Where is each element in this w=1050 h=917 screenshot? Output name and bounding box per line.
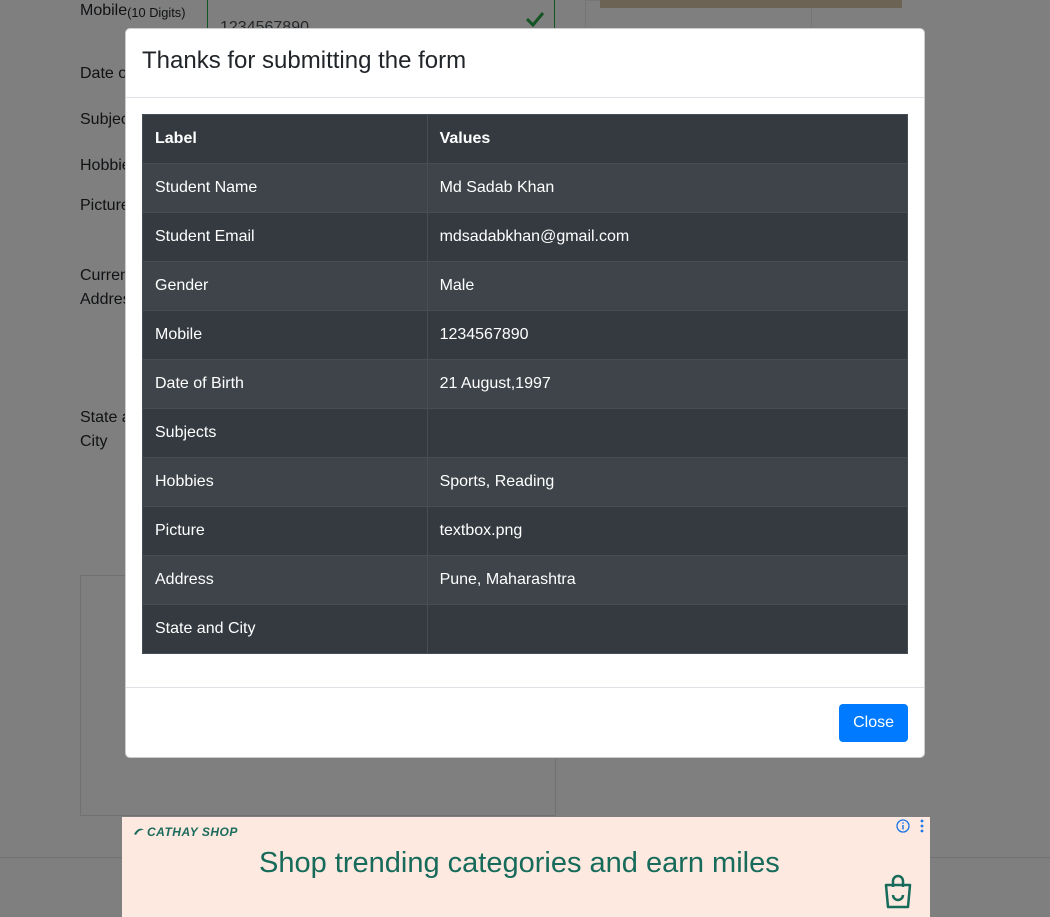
close-button[interactable]: Close <box>839 704 908 742</box>
shopping-bag-icon <box>884 874 912 909</box>
row-value <box>426 408 909 458</box>
ad-banner[interactable]: CATHAY SHOP Shop trending categories and… <box>122 817 930 917</box>
table-row: Date of Birth 21 August,1997 <box>142 359 909 409</box>
table-header-row: Label Values <box>142 114 909 164</box>
row-value: textbox.png <box>426 506 909 556</box>
row-value: mdsadabkhan@gmail.com <box>426 212 909 262</box>
ad-brand: CATHAY SHOP <box>134 825 238 839</box>
row-label: Student Email <box>142 212 428 262</box>
table-row: Gender Male <box>142 261 909 311</box>
row-label: State and City <box>142 604 428 654</box>
row-label: Address <box>142 555 428 605</box>
table-row: State and City <box>142 604 909 654</box>
row-value: Sports, Reading <box>426 457 909 507</box>
table-row: Hobbies Sports, Reading <box>142 457 909 507</box>
row-value: 21 August,1997 <box>426 359 909 409</box>
cathay-logo-icon <box>134 828 144 835</box>
modal-body: Label Values Student Name Md Sadab Khan S… <box>142 114 909 654</box>
row-label: Gender <box>142 261 428 311</box>
row-value: 1234567890 <box>426 310 909 360</box>
header-label: Label <box>142 114 428 164</box>
row-value: Pune, Maharashtra <box>426 555 909 605</box>
submission-modal: Thanks for submitting the form Label Val… <box>125 28 925 758</box>
row-label: Picture <box>142 506 428 556</box>
more-options-icon[interactable] <box>920 819 924 833</box>
header-values: Values <box>426 114 909 164</box>
table-row: Address Pune, Maharashtra <box>142 555 909 605</box>
row-label: Hobbies <box>142 457 428 507</box>
table-row: Student Name Md Sadab Khan <box>142 163 909 213</box>
table-row: Student Email mdsadabkhan@gmail.com <box>142 212 909 262</box>
info-icon[interactable] <box>896 819 910 833</box>
row-value <box>426 604 909 654</box>
modal-title: Thanks for submitting the form <box>142 47 467 74</box>
ad-headline: Shop trending categories and earn miles <box>259 847 780 879</box>
row-label: Subjects <box>142 408 428 458</box>
modal-header: Thanks for submitting the form <box>126 29 924 98</box>
modal-footer: Close <box>126 687 924 758</box>
row-label: Student Name <box>142 163 428 213</box>
table-row: Subjects <box>142 408 909 458</box>
table-row: Mobile 1234567890 <box>142 310 909 360</box>
row-value: Male <box>426 261 909 311</box>
row-value: Md Sadab Khan <box>426 163 909 213</box>
submission-table: Label Values Student Name Md Sadab Khan S… <box>142 114 909 654</box>
table-row: Picture textbox.png <box>142 506 909 556</box>
row-label: Mobile <box>142 310 428 360</box>
row-label: Date of Birth <box>142 359 428 409</box>
